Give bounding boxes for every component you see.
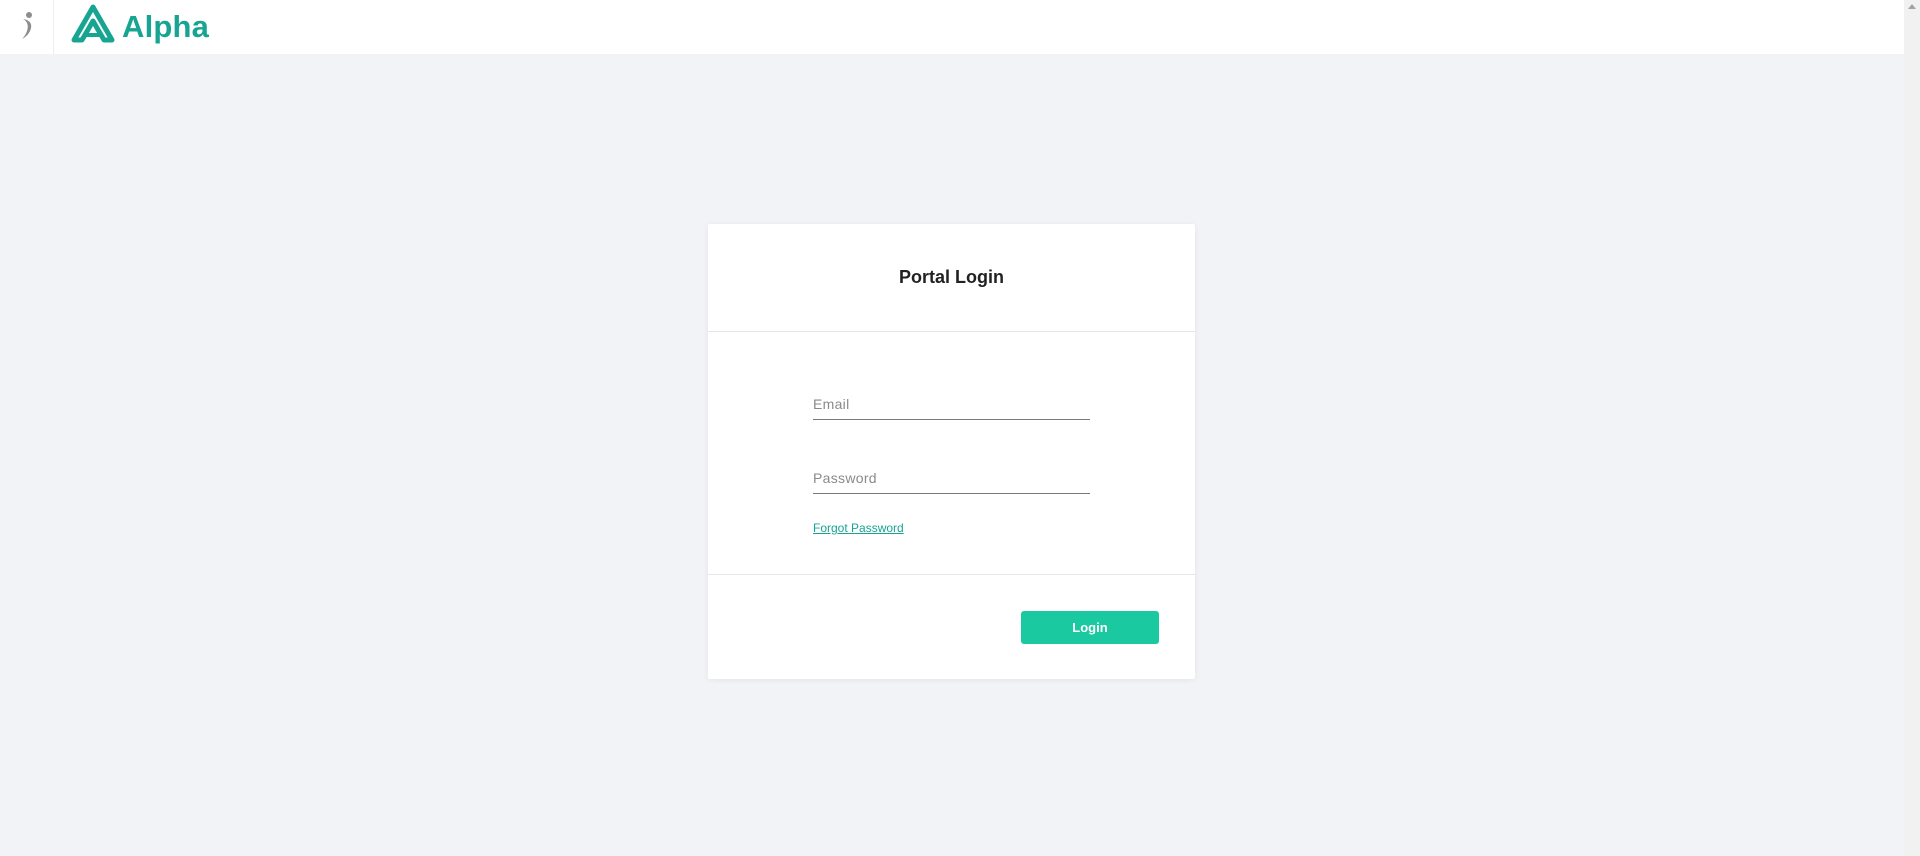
login-button[interactable]: Login — [1021, 611, 1159, 644]
scroll-up-icon[interactable] — [1908, 4, 1916, 9]
page-title: Portal Login — [899, 267, 1004, 287]
password-field-wrapper — [813, 463, 1090, 494]
login-card: Portal Login Forgot Password Login — [708, 224, 1195, 679]
email-field[interactable] — [813, 389, 1090, 419]
brand-name: Alpha — [122, 9, 210, 44]
vertical-scrollbar[interactable] — [1904, 0, 1920, 856]
alpha-logo-icon — [70, 4, 116, 51]
figure-icon — [17, 9, 37, 46]
brand[interactable]: Alpha — [70, 4, 209, 50]
password-field[interactable] — [813, 463, 1090, 493]
card-body: Forgot Password — [708, 332, 1195, 575]
forgot-password-link[interactable]: Forgot Password — [813, 521, 904, 535]
card-footer: Login — [708, 575, 1195, 680]
top-navbar: Alpha — [0, 0, 1904, 54]
side-logo[interactable] — [0, 0, 54, 54]
card-header: Portal Login — [708, 224, 1195, 332]
email-field-wrapper — [813, 389, 1090, 420]
